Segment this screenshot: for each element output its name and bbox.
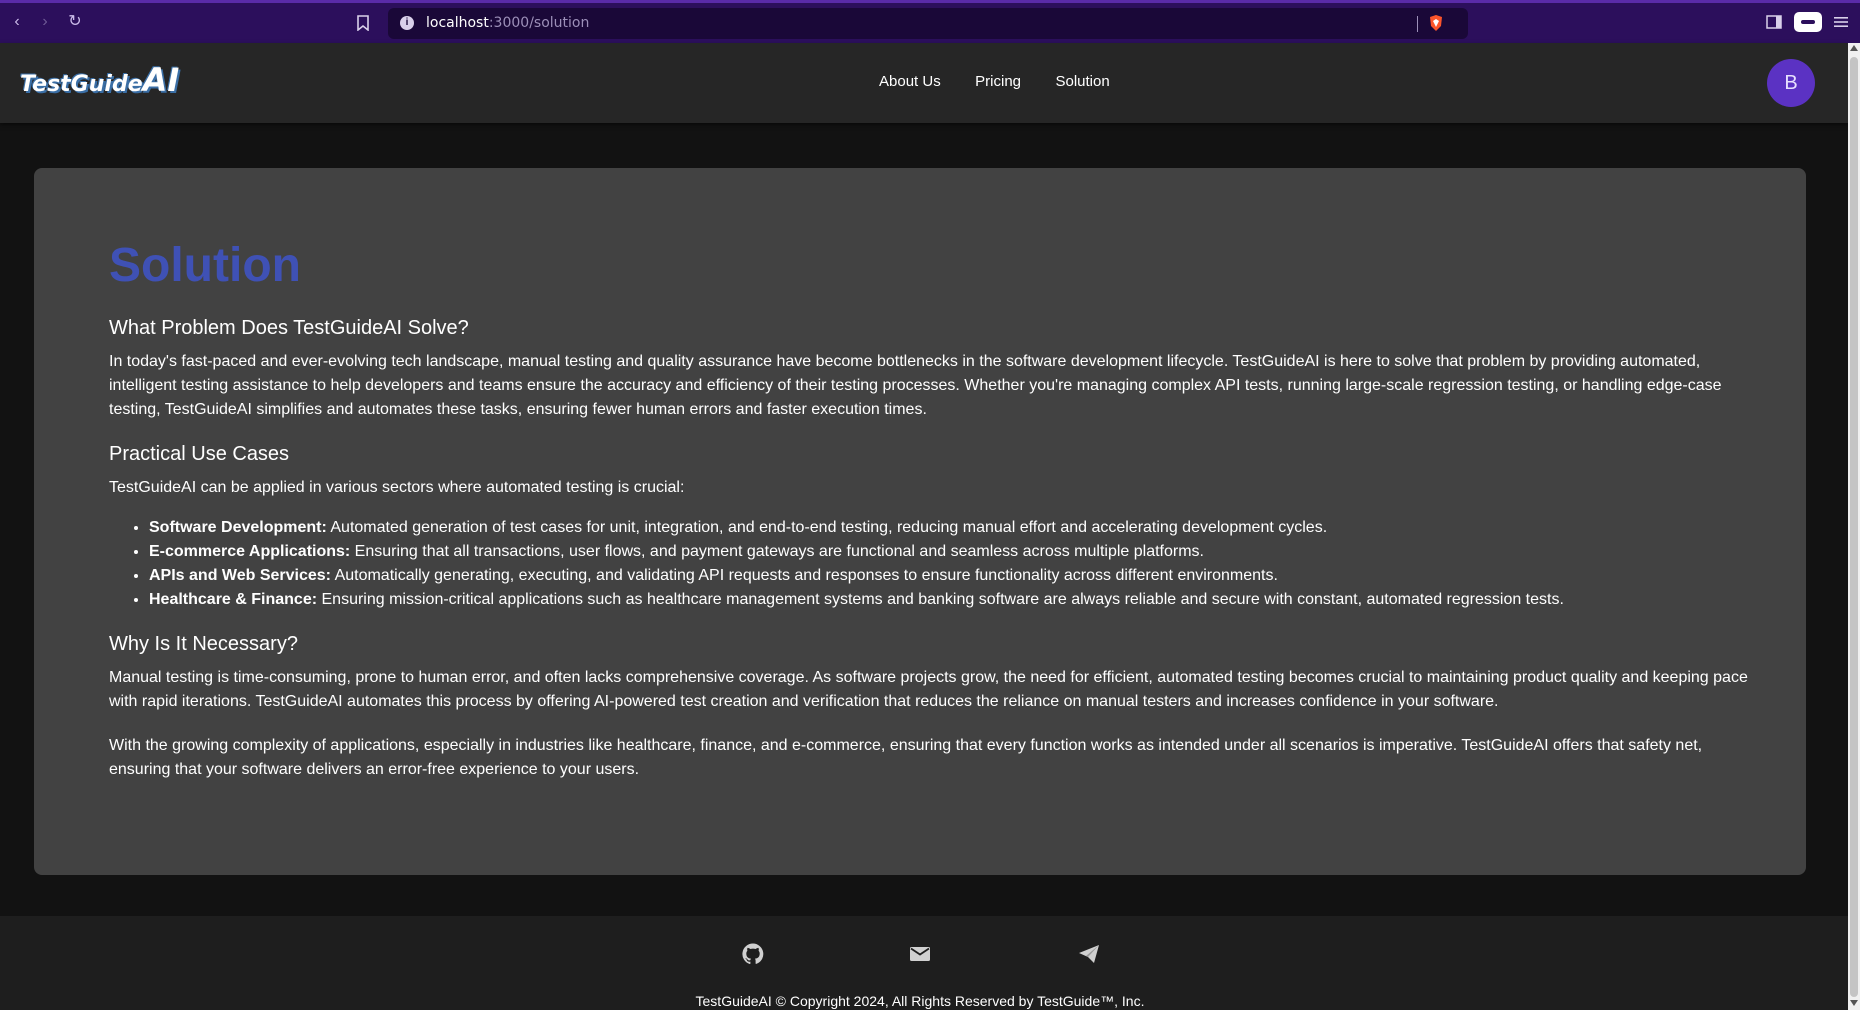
logo-ai-text: AI: [142, 61, 180, 99]
user-avatar[interactable]: B: [1767, 59, 1815, 107]
use-case-text: Ensuring that all transactions, user flo…: [350, 543, 1204, 560]
menu-icon[interactable]: [1834, 15, 1848, 29]
logo-text: TestGuide: [20, 72, 143, 97]
use-case-label: E-commerce Applications:: [149, 543, 351, 560]
url-text: localhost:3000/solution: [426, 15, 590, 31]
logo[interactable]: TestGuideAI: [20, 61, 179, 101]
browser-toolbar: ‹ › ↻ i localhost:3000/solution: [0, 0, 1860, 43]
necessary-text-2: With the growing complexity of applicati…: [109, 737, 1703, 778]
copyright-text: TestGuideAI © Copyright 2024, All Rights…: [695, 993, 1145, 1009]
use-case-text: Ensuring mission-critical applications s…: [317, 591, 1564, 608]
address-bar[interactable]: i localhost:3000/solution: [388, 8, 1468, 39]
nav-about-us[interactable]: About Us: [879, 73, 941, 90]
page-scrollbar[interactable]: [1848, 43, 1860, 1010]
app-header: TestGuideAI About Us Pricing Solution B: [0, 43, 1848, 123]
list-item: E-commerce Applications: Ensuring that a…: [149, 540, 1749, 564]
problem-heading: What Problem Does TestGuideAI Solve?: [109, 317, 469, 339]
use-case-label: Software Development:: [149, 519, 327, 536]
footer: TestGuideAI © Copyright 2024, All Rights…: [0, 916, 1848, 1010]
use-case-label: Healthcare & Finance:: [149, 591, 318, 608]
github-icon[interactable]: [741, 942, 765, 966]
solution-card: Solution What Problem Does TestGuideAI S…: [34, 168, 1806, 875]
main-nav: About Us Pricing Solution: [879, 73, 1140, 93]
scroll-up-icon[interactable]: [1850, 45, 1858, 51]
use-case-text: Automated generation of test cases for u…: [326, 519, 1328, 536]
list-item: APIs and Web Services: Automatically gen…: [149, 564, 1749, 588]
back-icon[interactable]: ‹: [8, 13, 26, 31]
use-cases-intro: TestGuideAI can be applied in various se…: [109, 479, 685, 496]
use-case-label: APIs and Web Services:: [149, 567, 331, 584]
telegram-icon[interactable]: [1077, 942, 1101, 966]
use-case-text: Automatically generating, executing, and…: [331, 567, 1278, 584]
brave-shield-icon[interactable]: [1428, 14, 1444, 32]
necessary-text-1: Manual testing is time-consuming, prone …: [109, 669, 1748, 710]
scroll-down-icon[interactable]: [1850, 1000, 1858, 1006]
use-cases-list: Software Development: Automated generati…: [109, 516, 1749, 612]
scroll-thumb[interactable]: [1850, 57, 1858, 997]
problem-text: In today's fast-paced and ever-evolving …: [109, 353, 1722, 418]
list-item: Healthcare & Finance: Ensuring mission-c…: [149, 588, 1749, 612]
forward-icon[interactable]: ›: [36, 13, 54, 31]
reload-icon[interactable]: ↻: [66, 13, 84, 31]
page-title: Solution: [109, 239, 301, 292]
use-cases-heading: Practical Use Cases: [109, 443, 290, 465]
necessary-heading: Why Is It Necessary?: [109, 633, 298, 655]
mail-icon[interactable]: [908, 942, 932, 966]
url-divider: [1417, 16, 1418, 32]
nav-solution[interactable]: Solution: [1055, 73, 1109, 90]
site-info-icon[interactable]: i: [400, 16, 414, 30]
sidebar-toggle-icon[interactable]: [1766, 15, 1782, 29]
nav-pricing[interactable]: Pricing: [975, 73, 1021, 90]
wallet-icon[interactable]: [1794, 12, 1822, 32]
bookmark-icon[interactable]: [357, 15, 369, 31]
list-item: Software Development: Automated generati…: [149, 516, 1749, 540]
